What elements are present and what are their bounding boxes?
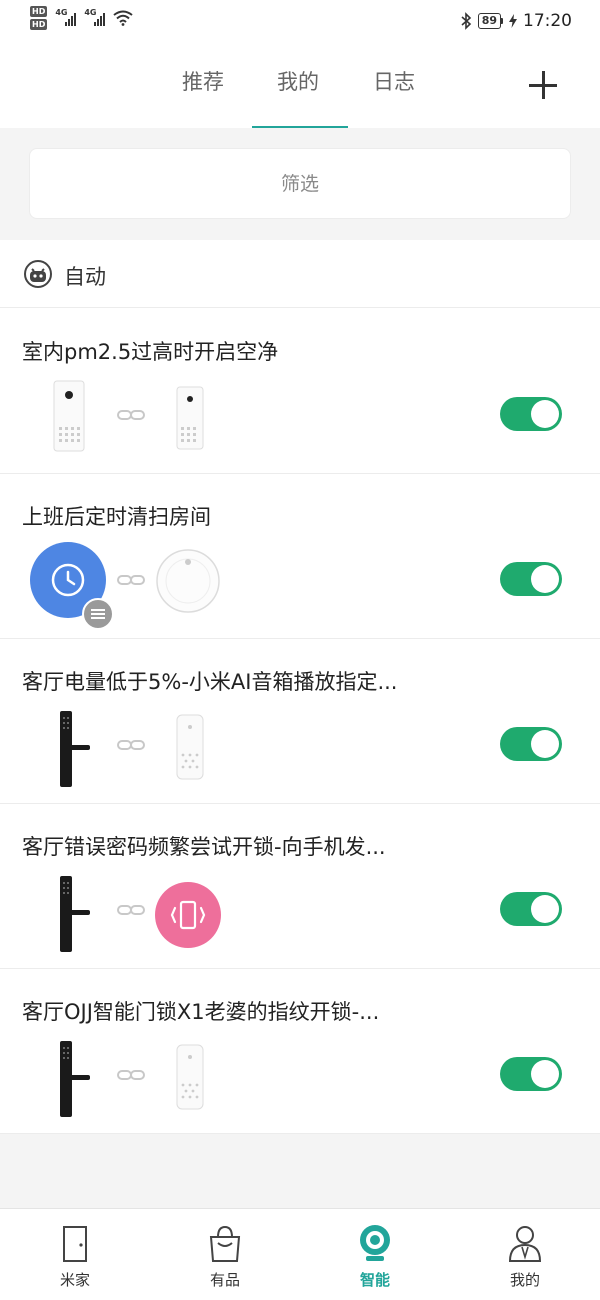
battery-level: 89 [477,13,501,29]
filter-button[interactable]: 筛选 [29,148,571,219]
air-purifier-icon [53,380,85,452]
toggle-knob [531,730,559,758]
bluetooth-icon [461,12,471,30]
air-purifier-icon [176,386,204,450]
charging-icon [509,14,517,28]
clock-time: 17:20 [523,11,572,31]
automation-toggle[interactable] [500,892,562,926]
automation-title: 室内pm2.5过高时开启空净 [22,340,279,364]
link-icon [117,905,145,915]
signal-icon: 4G [84,8,106,26]
phone-notify-icon [155,882,221,948]
automation-title: 上班后定时清扫房间 [22,505,211,529]
automation-list: 自动 室内pm2.5过高时开启空净 上班后定时清扫房间 客厅电量低于5%-小米A… [0,240,600,1134]
toggle-knob [531,400,559,428]
ai-speaker-icon [176,1044,204,1110]
nav-label-active: 智能 [359,1271,390,1289]
tab-log[interactable]: 日志 [373,66,415,96]
smart-camera-icon [360,1225,390,1261]
nav-label: 我的 [509,1271,540,1289]
automation-title: 客厅电量低于5%-小米AI音箱播放指定... [22,670,398,694]
tab-recommend[interactable]: 推荐 [182,66,224,96]
status-left: HD HD 4G 4G [30,6,133,30]
door-lock-icon [60,711,90,787]
automation-card[interactable]: 室内pm2.5过高时开启空净 [0,309,600,474]
ai-speaker-icon [176,714,204,780]
toggle-knob [531,1060,559,1088]
link-icon [117,410,145,420]
nav-label: 有品 [209,1271,240,1289]
robot-icon [24,260,52,288]
automation-card[interactable]: 上班后定时清扫房间 [0,474,600,639]
nav-label: 米家 [59,1271,90,1289]
battery-icon: 89 [477,13,503,29]
robot-vacuum-icon [156,549,220,613]
signal-icon: 4G [55,8,77,26]
toggle-knob [531,895,559,923]
nav-item-smart[interactable]: 智能 [300,1209,450,1300]
automation-toggle[interactable] [500,562,562,596]
automation-card[interactable]: 客厅错误密码频繁尝试开锁-向手机发... [0,804,600,969]
hd-badge: HD [30,6,48,17]
section-header: 自动 [0,240,600,308]
link-icon [117,740,145,750]
automation-toggle[interactable] [500,727,562,761]
door-icon [63,1226,87,1262]
clock-icon [30,542,114,630]
door-lock-icon [60,876,90,952]
automation-card[interactable]: 客厅电量低于5%-小米AI音箱播放指定... [0,639,600,804]
nav-item-profile[interactable]: 我的 [450,1209,600,1300]
bottom-nav: 米家 有品 智能 我的 [0,1208,600,1300]
filter-area: 筛选 [0,128,600,240]
nav-item-home[interactable]: 米家 [0,1209,150,1300]
wifi-icon [113,10,133,26]
tab-mine[interactable]: 我的 [277,66,319,96]
top-tabs: 推荐 我的 日志 [0,44,600,129]
automation-toggle[interactable] [500,1057,562,1091]
automation-title: 客厅OJJ智能门锁X1老婆的指纹开锁-... [22,1000,380,1024]
section-title: 自动 [64,265,106,289]
shopping-bag-icon [209,1225,241,1262]
automation-title: 客厅错误密码频繁尝试开锁-向手机发... [22,835,386,859]
nav-item-youpin[interactable]: 有品 [150,1209,300,1300]
add-button[interactable] [526,68,562,104]
toggle-knob [531,565,559,593]
hd-badge: HD [30,19,48,30]
status-bar: HD HD 4G 4G 89 17:20 [0,0,600,44]
profile-icon [508,1226,542,1262]
automation-toggle[interactable] [500,397,562,431]
status-right: 89 17:20 [460,11,572,31]
link-icon [117,1070,145,1080]
automation-card[interactable]: 客厅OJJ智能门锁X1老婆的指纹开锁-... [0,969,600,1134]
door-lock-icon [60,1041,90,1117]
link-icon [117,575,145,585]
